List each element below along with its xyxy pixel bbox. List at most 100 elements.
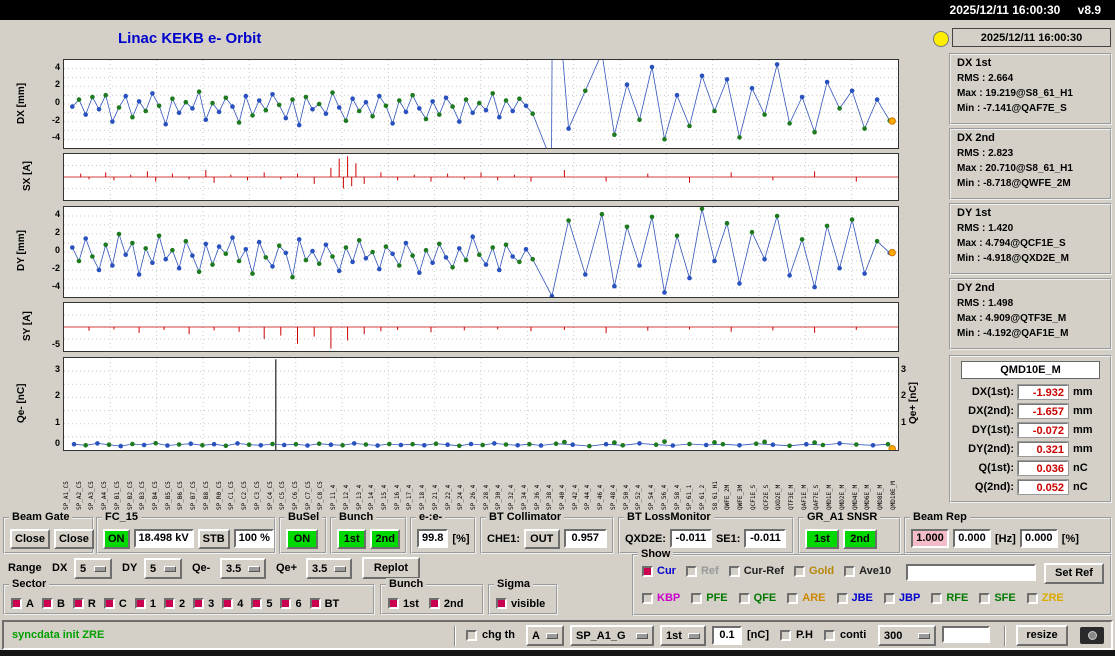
range-dx-select[interactable]: 5 [74,558,112,579]
bunch-2nd-button[interactable]: 2nd [370,528,400,549]
bunch-order-select[interactable]: 1st [660,625,706,646]
data-point [196,269,202,275]
conti-checkbox[interactable] [824,630,835,641]
busel-on-button[interactable]: ON [286,528,318,549]
visible-checkbox[interactable] [496,598,507,609]
data-point [854,442,859,447]
qfe-checkbox[interactable] [738,592,750,604]
kbp-checkbox[interactable] [642,592,653,604]
sector-label: Sector [9,578,50,591]
ref-checkbox[interactable] [685,565,697,577]
conti-label: conti [840,629,867,641]
ph-checkbox[interactable] [780,630,791,641]
are-checkbox[interactable] [787,592,799,604]
status-text-input[interactable] [942,626,990,643]
stat-title: DY 1st [957,207,992,219]
a-checkbox[interactable] [11,598,22,609]
data-point [283,250,289,256]
c-checkbox[interactable] [103,598,115,609]
cur-ref-checkbox[interactable] [728,565,740,577]
sfe-checkbox[interactable] [979,592,991,604]
r-checkbox[interactable] [72,598,84,609]
ref-file-input[interactable] [906,564,1036,581]
toggle-item: 2 [163,597,186,610]
resize-button[interactable]: resize [1016,625,1068,646]
beam-gate-close-2-button[interactable]: Close [53,528,94,549]
jbe-checkbox[interactable] [836,592,848,604]
pfe-checkbox[interactable] [691,592,703,604]
bunch-1st-button[interactable]: 1st [337,528,367,549]
data-point [549,293,555,297]
axis-tick: -2 [51,263,60,273]
replot-button[interactable]: Replot [362,557,420,579]
2-toggle-label: 2 [178,597,186,610]
zre-checkbox[interactable] [1026,592,1038,604]
sp-select[interactable]: SP_A1_G [570,625,654,646]
data-point [243,247,249,252]
data-point [350,96,355,101]
set-ref-button[interactable]: Set Ref [1044,563,1104,584]
data-point [637,117,642,123]
axis-tick: 3 [901,364,907,374]
axis-tick: 2 [54,227,60,237]
fc15-kv-display: 18.498 kV [133,529,194,548]
ave10-toggle-label: Ave10 [859,565,892,577]
b-checkbox[interactable] [41,598,53,609]
axis-tick: 0 [54,97,60,107]
data-point [176,442,182,447]
fc15-on-button[interactable]: ON [103,528,130,549]
3-checkbox[interactable] [193,598,205,609]
data-point [437,112,442,117]
cur-checkbox[interactable] [642,565,653,577]
data-point [530,256,535,262]
data-point [310,248,315,254]
6-checkbox[interactable] [280,598,292,609]
camera-icon[interactable] [1080,627,1104,644]
data-point [566,218,571,223]
1st-checkbox[interactable] [388,598,399,609]
1-checkbox[interactable] [134,598,146,609]
che1-out-button[interactable]: OUT [524,528,560,549]
data-point [196,89,202,94]
axis-tick: -2 [51,115,60,125]
data-point [523,247,529,252]
data-point [538,443,544,448]
se1-label: SE1: [715,532,741,545]
data-point [90,94,95,100]
chg-th-checkbox[interactable] [466,630,477,641]
2nd-checkbox[interactable] [428,598,440,609]
fc15-stb-button[interactable]: STB [197,528,230,549]
data-point [510,254,515,259]
gold-checkbox[interactable] [794,565,806,577]
gr-a1-2nd-button[interactable]: 2nd [843,528,877,549]
data-point [96,107,102,112]
toggle-item: Gold [794,565,834,577]
range-qem-select[interactable]: 3.5 [220,558,266,579]
4-checkbox[interactable] [222,598,234,609]
range-dy-select[interactable]: 5 [144,558,182,579]
data-point [837,441,842,446]
range-qep-select[interactable]: 3.5 [306,558,352,579]
beam-gate-close-1-button[interactable]: Close [10,528,50,549]
bt-checkbox[interactable] [309,598,321,609]
rfe-checkbox[interactable] [931,592,943,604]
5-checkbox[interactable] [251,598,263,609]
stat-title: DX 1st [957,57,992,69]
se1-value-display: -0.011 [744,529,787,548]
data-point [430,99,435,104]
gr-a1-1st-button[interactable]: 1st [805,528,839,549]
sector-select[interactable]: A [526,625,564,646]
jbp-checkbox[interactable] [883,592,895,604]
axis-tick: 3 [54,364,60,374]
data-point [250,271,255,276]
b-toggle-label: B [56,597,65,610]
toggle-item: A [11,598,34,610]
data-point [737,281,742,286]
2-checkbox[interactable] [163,598,175,609]
data-point [165,443,170,448]
ave10-checkbox[interactable] [844,565,856,577]
data-point [737,135,742,140]
points-count-select[interactable]: 300 [878,625,936,646]
data-point [281,442,287,448]
option-menu-glyph [688,632,700,639]
